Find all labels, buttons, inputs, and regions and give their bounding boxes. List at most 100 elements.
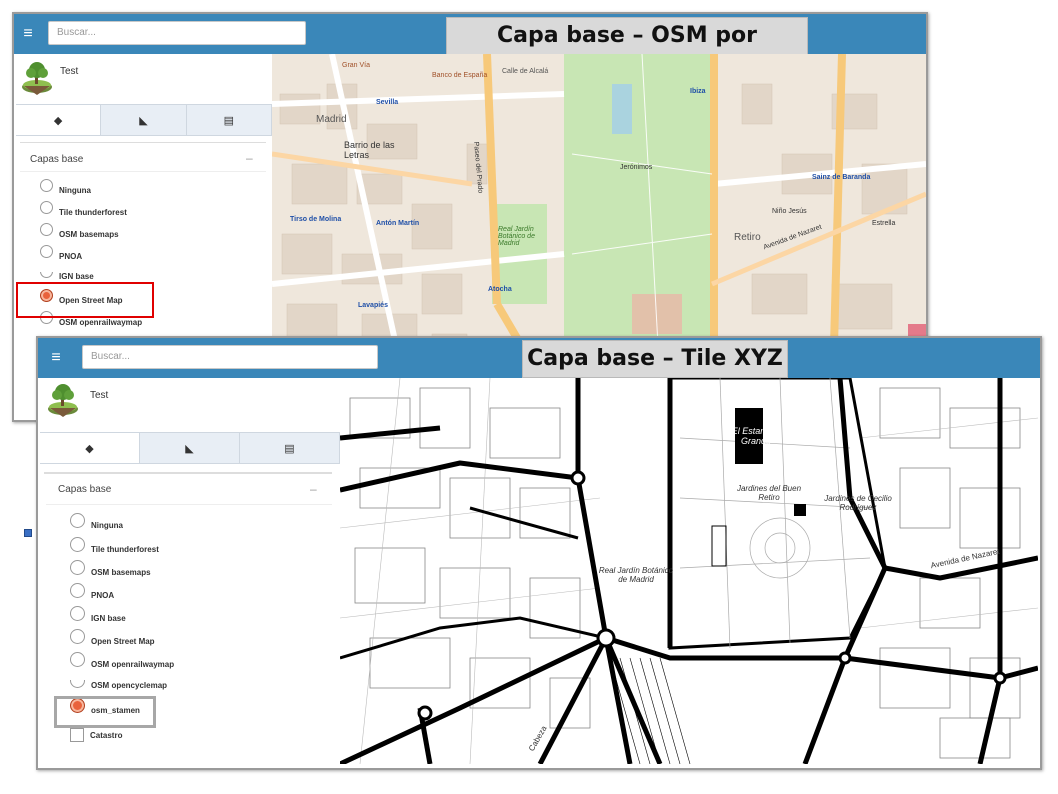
- caption-xyz: Capa base – Tile XYZ: [522, 340, 788, 378]
- layer-option-open-street-map[interactable]: Open Street Map: [70, 629, 155, 649]
- section-title: Capas base: [30, 154, 84, 165]
- map-label: Gran Vía: [342, 62, 371, 69]
- layers-icon: ◆: [85, 442, 94, 455]
- checkbox-icon[interactable]: [70, 728, 84, 742]
- layer-label: OSM opencyclemap: [91, 680, 168, 690]
- map-label: Banco de España: [432, 72, 488, 79]
- app-logo-icon: [22, 62, 52, 95]
- tile-xyz-screenshot: ≡ Buscar... Capa base – Tile XYZ Test ◆ …: [36, 336, 1042, 770]
- tab-table[interactable]: ▤: [187, 105, 272, 135]
- map-marker-icon: [24, 529, 32, 537]
- map-label: Antón Martín: [376, 220, 420, 227]
- map-label: Jardines de Cecilio Rodríguez: [824, 494, 892, 512]
- app-header: Test: [38, 378, 340, 428]
- tab-table[interactable]: ▤: [240, 433, 340, 463]
- radio-icon[interactable]: [70, 606, 85, 621]
- map-label: Jardines del Buen Retiro: [736, 484, 802, 502]
- divider: [44, 472, 332, 474]
- highlight-selected-layer: [54, 696, 156, 728]
- map-label: Tirso de Molina: [290, 216, 342, 223]
- layer-option-ninguna[interactable]: Ninguna: [40, 179, 91, 197]
- layer-option-osm-basemaps[interactable]: OSM basemaps: [40, 223, 119, 241]
- layer-label: OSM basemaps: [59, 230, 119, 239]
- layer-option-osm-basemaps[interactable]: OSM basemaps: [70, 560, 151, 580]
- tab-tags[interactable]: ◣: [101, 105, 187, 135]
- layer-label: IGN base: [91, 614, 126, 623]
- radio-icon[interactable]: [40, 272, 53, 278]
- radio-icon[interactable]: [40, 179, 53, 192]
- divider: [46, 504, 332, 505]
- tag-icon: ◣: [185, 442, 194, 455]
- app-header: Test: [14, 54, 272, 104]
- divider: [20, 142, 266, 143]
- caption-osm: Capa base – OSM por defecto: [446, 17, 808, 84]
- layer-option-opencyclemap[interactable]: OSM opencyclemap: [70, 680, 167, 690]
- map-label: Sevilla: [376, 99, 399, 106]
- app-name: Test: [60, 66, 79, 77]
- layer-label: OSM basemaps: [91, 568, 151, 577]
- hamburger-menu-icon[interactable]: ≡: [14, 14, 42, 54]
- radio-icon[interactable]: [70, 513, 85, 528]
- layer-option-ign-base[interactable]: IGN base: [70, 606, 126, 626]
- app-logo-icon: [48, 384, 78, 417]
- map-label: Atocha: [488, 286, 512, 293]
- layer-label: Tile thunderforest: [91, 545, 159, 554]
- radio-icon[interactable]: [40, 245, 53, 258]
- stamen-toner-map-tiles: [340, 378, 1038, 764]
- layer-label: IGN base: [59, 272, 94, 280]
- sidebar-tabs: ◆ ◣ ▤: [40, 432, 340, 464]
- map-label: El Estanque Grande: [731, 426, 781, 446]
- layer-option-pnoa[interactable]: PNOA: [40, 245, 83, 263]
- highlight-selected-layer: [16, 282, 154, 318]
- map-label: Jerónimos: [620, 164, 653, 171]
- radio-icon[interactable]: [70, 652, 85, 667]
- table-icon: ▤: [223, 114, 235, 127]
- tab-layers[interactable]: ◆: [40, 433, 140, 463]
- layer-option-pnoa[interactable]: PNOA: [70, 583, 114, 603]
- layer-label: OSM openrailwaymap: [91, 660, 175, 669]
- layer-option-ninguna[interactable]: Ninguna: [70, 513, 123, 533]
- tab-tags[interactable]: ◣: [140, 433, 240, 463]
- radio-icon[interactable]: [40, 201, 53, 214]
- top-bar: ≡ Buscar... Capa base – Tile XYZ: [38, 338, 1040, 378]
- radio-icon[interactable]: [40, 223, 53, 236]
- layer-label: Ninguna: [91, 521, 123, 530]
- layer-label: OSM openrailwaymap: [59, 318, 143, 327]
- layer-option-openrailwaymap[interactable]: OSM openrailwaymap: [70, 652, 175, 672]
- layer-label: Ninguna: [59, 186, 91, 195]
- section-title: Capas base: [58, 484, 112, 495]
- search-input[interactable]: Buscar...: [82, 345, 378, 369]
- top-bar: ≡ Buscar... Capa base – OSM por defecto: [14, 14, 926, 84]
- radio-icon[interactable]: [70, 680, 85, 688]
- layer-option-thunderforest[interactable]: Tile thunderforest: [40, 201, 127, 219]
- layer-option-catastro[interactable]: Catastro: [70, 728, 122, 742]
- table-icon: ▤: [284, 442, 295, 455]
- tab-layers[interactable]: ◆: [16, 105, 102, 135]
- layer-option-ign-base[interactable]: IGN base: [40, 272, 94, 280]
- map-label: Estrella: [872, 220, 896, 227]
- layer-label: Open Street Map: [91, 637, 155, 646]
- map-tile-xyz[interactable]: El Estanque Grande Jardines del Buen Ret…: [340, 378, 1040, 768]
- divider: [20, 171, 266, 172]
- collapse-icon[interactable]: –: [310, 482, 317, 496]
- map-label: Calle de Alcalá: [502, 68, 549, 75]
- radio-icon[interactable]: [70, 629, 85, 644]
- radio-icon[interactable]: [70, 537, 85, 552]
- layer-label: Tile thunderforest: [59, 208, 127, 217]
- map-label: Lavapiés: [358, 302, 388, 309]
- map-label: Sainz de Baranda: [812, 174, 871, 181]
- map-label: Real Jardín Botánico de Madrid: [598, 566, 674, 584]
- search-input[interactable]: Buscar...: [48, 21, 306, 45]
- layer-option-thunderforest[interactable]: Tile thunderforest: [70, 537, 159, 557]
- radio-icon[interactable]: [70, 560, 85, 575]
- hamburger-menu-icon[interactable]: ≡: [38, 338, 74, 378]
- radio-icon[interactable]: [70, 583, 85, 598]
- map-label: Real Jardín Botánico de Madrid: [498, 226, 535, 247]
- map-label: Niño Jesús: [772, 208, 807, 215]
- layer-label: PNOA: [59, 252, 83, 261]
- map-label: Barrio de las Letras: [344, 140, 395, 160]
- collapse-icon[interactable]: –: [246, 151, 253, 165]
- map-label: Madrid: [316, 114, 347, 125]
- tag-icon: ◣: [139, 114, 148, 127]
- layer-label: Catastro: [90, 730, 123, 740]
